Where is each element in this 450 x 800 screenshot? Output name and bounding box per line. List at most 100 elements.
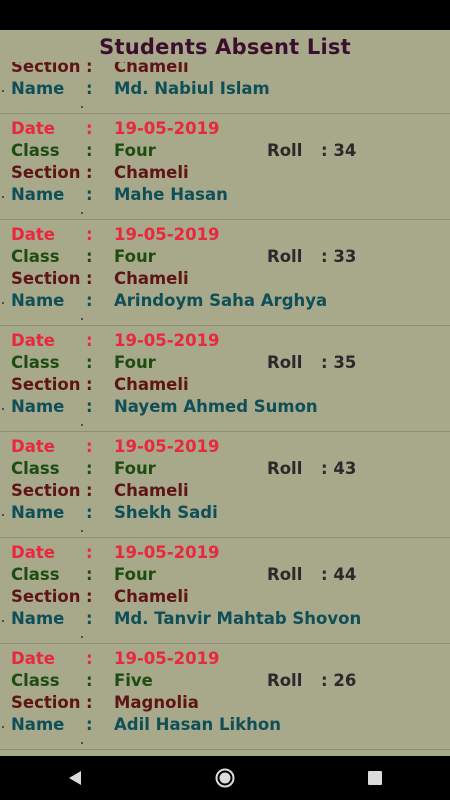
name-label: Name [11,715,65,734]
divider-dot [81,318,83,320]
date-colon: : [86,225,93,244]
name-row: Name : Arindoym Saha Arghya [0,291,450,313]
class-value: Four [114,141,156,160]
back-button[interactable] [55,758,95,798]
date-colon: : [86,331,93,350]
roll-value: : 43 [321,459,357,478]
section-row: Section : Magnolia [0,693,450,715]
navigation-bar [0,756,450,800]
home-button[interactable] [205,758,245,798]
name-label: Name [11,291,65,310]
absent-record-card[interactable]: Date : 19-05-2019 Class : Four Roll : 34… [0,114,450,220]
name-value: Md. Nabiul Islam [114,79,270,98]
name-label: Name [11,79,65,98]
class-label: Class [11,247,60,266]
name-row: Name : Mahe Hasan [0,185,450,207]
section-row: Section : Chameli [0,375,450,397]
name-value: Nayem Ahmed Sumon [114,397,318,416]
date-row: Date : 19-05-2019 [0,225,450,247]
section-value: Chameli [114,163,189,182]
section-value: Chameli [114,375,189,394]
date-value: 19-05-2019 [114,119,220,138]
class-value: Four [114,353,156,372]
section-value: Chameli [114,62,189,76]
class-colon: : [86,459,93,478]
date-colon: : [86,119,93,138]
date-label: Date [11,225,55,244]
name-colon: : [86,79,93,98]
name-value: Mahe Hasan [114,185,228,204]
section-value: Chameli [114,587,189,606]
class-label: Class [11,459,60,478]
name-value: Shekh Sadi [114,503,218,522]
divider-dot [81,742,83,744]
section-label: Section [11,587,81,606]
section-colon: : [86,62,93,76]
class-row: Class : Four Roll : 43 [0,459,450,481]
roll-value: : 26 [321,671,357,690]
absent-record-card[interactable]: Date : 19-05-2019 Class : Five Roll : 26… [0,644,450,750]
section-row: Section : Chameli [0,481,450,503]
roll-label: Roll [267,565,303,584]
section-value: Magnolia [114,693,199,712]
class-row: Class : Five Roll : 26 [0,671,450,693]
date-colon: : [86,649,93,668]
section-row: Section : Chameli [0,587,450,609]
recents-button[interactable] [355,758,395,798]
absent-record-card[interactable]: Date : 19-05-2019 Class : Four Roll : 33… [0,220,450,326]
roll-value: : 34 [321,141,357,160]
class-row: Class : Four Roll : 34 [0,141,450,163]
section-colon: : [86,587,93,606]
name-row: Name : Adil Hasan Likhon [0,715,450,737]
name-colon: : [86,291,93,310]
absent-record-card[interactable]: Date : 19-05-2019 Class : Four Roll : 44… [0,538,450,644]
title-bar: Students Absent List [0,30,450,62]
name-colon: : [86,715,93,734]
date-row: Date : 19-05-2019 [0,649,450,671]
section-value: Chameli [114,269,189,288]
roll-label: Roll [267,247,303,266]
absent-list[interactable]: Date : 19-05-2019 Class : Four Roll : 35… [0,62,450,756]
name-label: Name [11,397,65,416]
class-colon: : [86,353,93,372]
class-label: Class [11,353,60,372]
section-label: Section [11,375,81,394]
divider-dot [2,302,4,304]
date-value: 19-05-2019 [114,543,220,562]
absent-record-card[interactable]: Date : 19-05-2019 Class : Four Roll : 43… [0,432,450,538]
divider-dot [2,90,4,92]
date-row: Date : 19-05-2019 [0,543,450,565]
roll-value: : 33 [321,247,357,266]
date-label: Date [11,331,55,350]
class-value: Four [114,565,156,584]
absent-record-card[interactable]: Date : 19-05-2019 Class : Four Roll : 35… [0,326,450,432]
roll-value: : 44 [321,565,357,584]
name-value: Adil Hasan Likhon [114,715,281,734]
class-row: Class : Four Roll : 35 [0,353,450,375]
absent-record-card[interactable]: Date : 19-05-2019 Class : Four Roll : 35… [0,62,450,114]
date-row: Date : 19-05-2019 [0,119,450,141]
name-label: Name [11,503,65,522]
section-colon: : [86,693,93,712]
date-value: 19-05-2019 [114,437,220,456]
name-value: Md. Tanvir Mahtab Shovon [114,609,362,628]
section-label: Section [11,62,81,76]
date-value: 19-05-2019 [114,331,220,350]
section-colon: : [86,375,93,394]
roll-label: Roll [267,671,303,690]
recents-square-icon [368,771,382,785]
date-value: 19-05-2019 [114,649,220,668]
section-label: Section [11,163,81,182]
date-label: Date [11,649,55,668]
status-bar [0,0,450,30]
class-label: Class [11,565,60,584]
date-label: Date [11,119,55,138]
section-label: Section [11,481,81,500]
page-title: Students Absent List [99,35,351,59]
name-row: Name : Md. Tanvir Mahtab Shovon [0,609,450,631]
roll-value: : 35 [321,353,357,372]
divider-dot [2,408,4,410]
home-circle-icon [215,768,235,788]
class-row: Class : Four Roll : 44 [0,565,450,587]
section-row: Section : Chameli [0,163,450,185]
